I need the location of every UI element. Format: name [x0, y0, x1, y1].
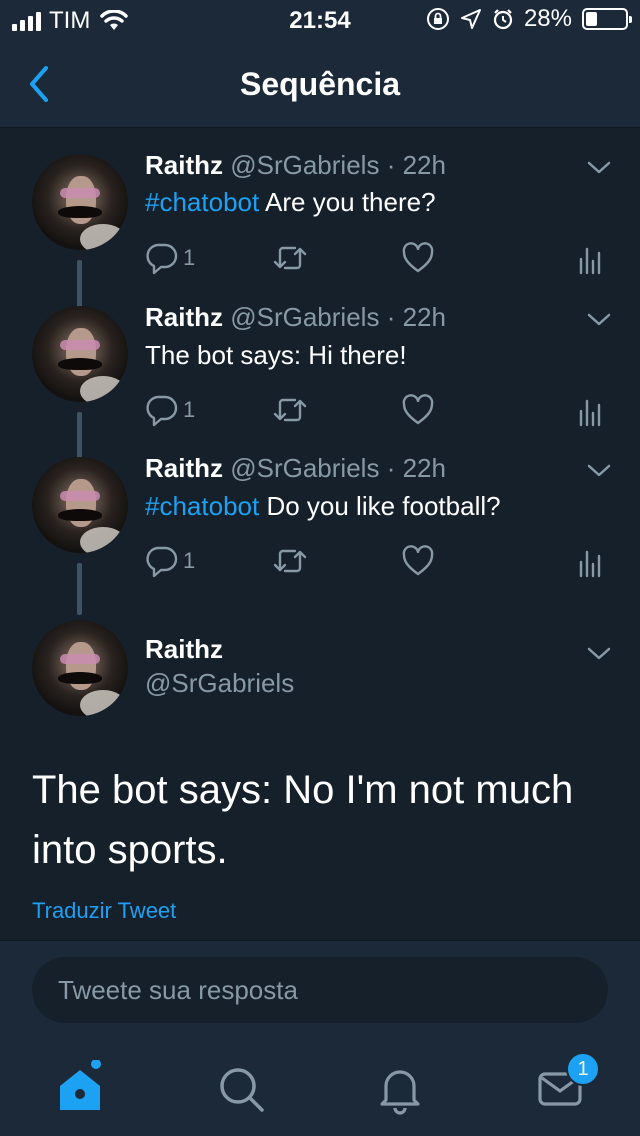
translate-tweet-link[interactable]: Traduzir Tweet	[32, 898, 176, 924]
search-icon[interactable]	[212, 1060, 268, 1116]
tweet-time: · 22h	[386, 453, 446, 483]
reply-button[interactable]: 1	[145, 390, 195, 430]
page-title: Sequência	[239, 66, 401, 102]
analytics-icon	[579, 399, 601, 427]
hashtag-link[interactable]: #chatobot	[145, 187, 259, 217]
reply-icon	[146, 546, 178, 578]
tweet-text: #chatobot Do you like football?	[145, 491, 501, 522]
retweet-icon	[273, 398, 307, 422]
avatar[interactable]	[32, 154, 128, 250]
home-icon[interactable]	[52, 1060, 108, 1116]
reply-count: 1	[183, 245, 196, 270]
battery-icon	[582, 8, 632, 30]
hashtag-link[interactable]: #chatobot	[145, 491, 259, 521]
chevron-down-icon[interactable]	[584, 644, 614, 664]
tweet-header: Raithz @SrGabriels · 22h	[145, 150, 446, 181]
rotation-lock-icon	[426, 8, 449, 30]
chevron-down-icon[interactable]	[584, 310, 614, 330]
heart-icon	[402, 394, 434, 425]
retweet-icon	[273, 549, 307, 573]
chevron-down-icon[interactable]	[584, 158, 614, 178]
author-name[interactable]: Raithz	[145, 453, 223, 483]
bell-icon[interactable]	[372, 1060, 428, 1116]
reply-icon	[146, 243, 178, 275]
author-handle: @SrGabriels	[230, 453, 380, 483]
analytics-button[interactable]	[575, 541, 605, 581]
thread-line	[77, 260, 82, 312]
tweet-actions: 1	[145, 390, 615, 430]
battery-percent: 28%	[523, 5, 572, 32]
tweet-header: Raithz @SrGabriels · 22h	[145, 302, 446, 333]
messages-badge: 1	[566, 1052, 600, 1086]
battery-level	[586, 12, 597, 26]
tweet-actions: 1	[145, 541, 615, 581]
tweet-body: Are you there?	[259, 187, 436, 217]
like-button[interactable]	[401, 541, 435, 581]
tweet-body: The bot says: Hi there!	[145, 340, 407, 370]
reply-icon	[146, 395, 178, 427]
focused-tweet-text: The bot says: No I'm not much into sport…	[32, 768, 574, 872]
chevron-down-icon[interactable]	[584, 461, 614, 481]
tweet-header: Raithz @SrGabriels · 22h	[145, 453, 446, 484]
reply-input[interactable]: Tweete sua resposta	[32, 957, 608, 1023]
tweet-time: · 22h	[386, 302, 446, 332]
like-button[interactable]	[401, 390, 435, 430]
location-icon	[460, 9, 481, 29]
analytics-icon	[579, 550, 601, 578]
reply-count: 1	[183, 397, 196, 422]
thread-line	[77, 563, 82, 615]
analytics-icon	[579, 247, 601, 275]
author-handle: @SrGabriels	[230, 150, 380, 180]
analytics-button[interactable]	[575, 390, 605, 430]
tab-bar	[0, 1040, 640, 1136]
author-handle: @SrGabriels	[230, 302, 380, 332]
tweet-actions: 1	[145, 238, 615, 278]
reply-count: 1	[183, 548, 196, 573]
author-name[interactable]: Raithz	[145, 150, 223, 180]
retweet-button[interactable]	[271, 541, 309, 581]
reply-bar: Tweete sua resposta	[0, 940, 640, 1040]
tweet-text: The bot says: Hi there!	[145, 340, 407, 371]
tweet-time: · 22h	[386, 150, 446, 180]
avatar[interactable]	[32, 620, 128, 716]
author-name[interactable]: Raithz	[145, 302, 223, 332]
author-name[interactable]: Raithz	[145, 634, 223, 665]
heart-icon	[402, 242, 434, 273]
reply-button[interactable]: 1	[145, 541, 195, 581]
retweet-button[interactable]	[271, 238, 309, 278]
alarm-icon	[493, 9, 513, 30]
author-handle: @SrGabriels	[145, 668, 295, 698]
retweet-button[interactable]	[271, 390, 309, 430]
like-button[interactable]	[401, 238, 435, 278]
analytics-button[interactable]	[575, 238, 605, 278]
avatar[interactable]	[32, 457, 128, 553]
heart-icon	[402, 545, 434, 576]
header: TIM 21:54 28% Sequência	[0, 0, 640, 128]
avatar[interactable]	[32, 306, 128, 402]
retweet-icon	[273, 246, 307, 270]
tweet-body: Do you like football?	[259, 491, 501, 521]
status-bar: TIM 21:54 28%	[0, 0, 640, 40]
reply-button[interactable]: 1	[145, 238, 195, 278]
tweet-text: #chatobot Are you there?	[145, 187, 436, 218]
